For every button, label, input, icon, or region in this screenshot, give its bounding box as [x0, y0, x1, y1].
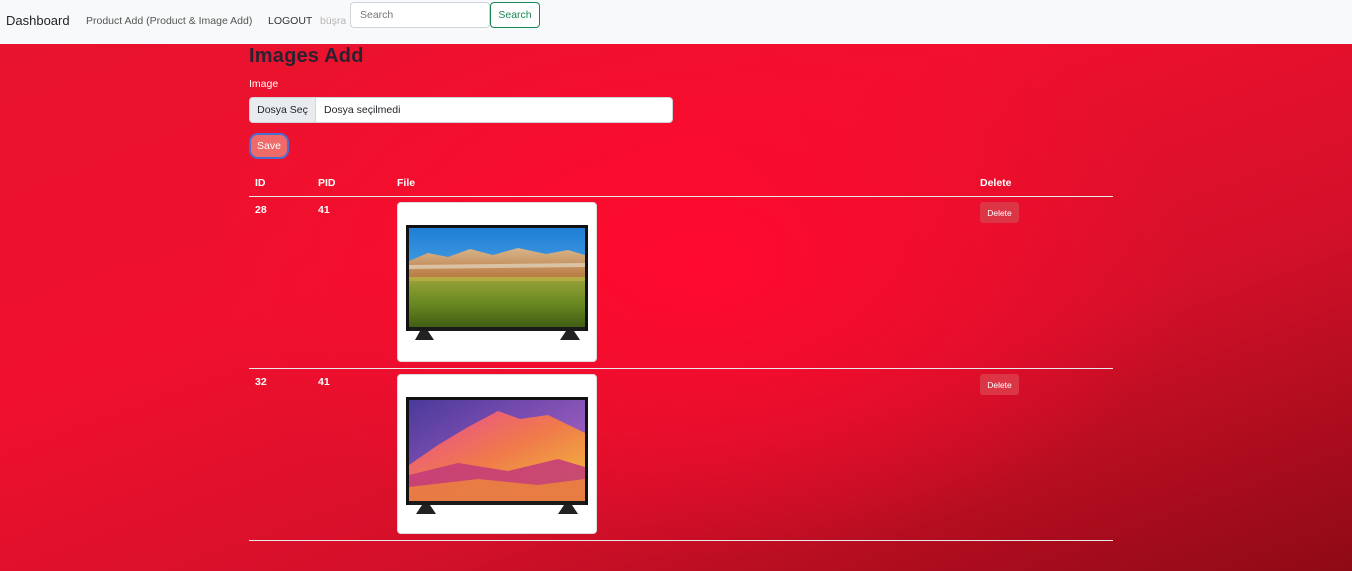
image-field-label: Image [249, 78, 279, 90]
file-status-text: Dosya seçilmedi [324, 104, 401, 116]
column-header-id: ID [255, 177, 266, 189]
tv-landscape-image [397, 202, 597, 362]
delete-button[interactable]: Delete [980, 202, 1019, 223]
page-title: Images Add [249, 45, 364, 68]
row-pid: 41 [318, 376, 330, 388]
row-id: 28 [255, 204, 267, 216]
column-header-pid: PID [318, 177, 336, 189]
delete-button[interactable]: Delete [980, 374, 1019, 395]
brand-dashboard[interactable]: Dashboard [6, 13, 70, 28]
nav-username: büşra [320, 15, 347, 27]
row-divider [249, 540, 1113, 541]
choose-file-button[interactable]: Dosya Seç [250, 98, 316, 122]
top-navbar: Dashboard Product Add (Product & Image A… [0, 0, 1352, 44]
page-background [0, 44, 1352, 571]
tv-pink-mountain-image [397, 374, 597, 534]
search-input[interactable] [350, 2, 490, 28]
file-input[interactable]: Dosya Seç Dosya seçilmedi [249, 97, 673, 123]
row-divider [249, 368, 1113, 369]
header-divider [249, 196, 1113, 197]
search-button[interactable]: Search [490, 2, 540, 28]
column-header-file: File [397, 177, 416, 189]
column-header-delete: Delete [980, 177, 1012, 189]
row-pid: 41 [318, 204, 330, 216]
row-id: 32 [255, 376, 267, 388]
nav-link-logout[interactable]: LOGOUT [268, 15, 312, 27]
save-button[interactable]: Save [249, 133, 289, 159]
page-title-text: Images Add [249, 45, 364, 67]
nav-link-product-add[interactable]: Product Add (Product & Image Add) [86, 15, 252, 27]
